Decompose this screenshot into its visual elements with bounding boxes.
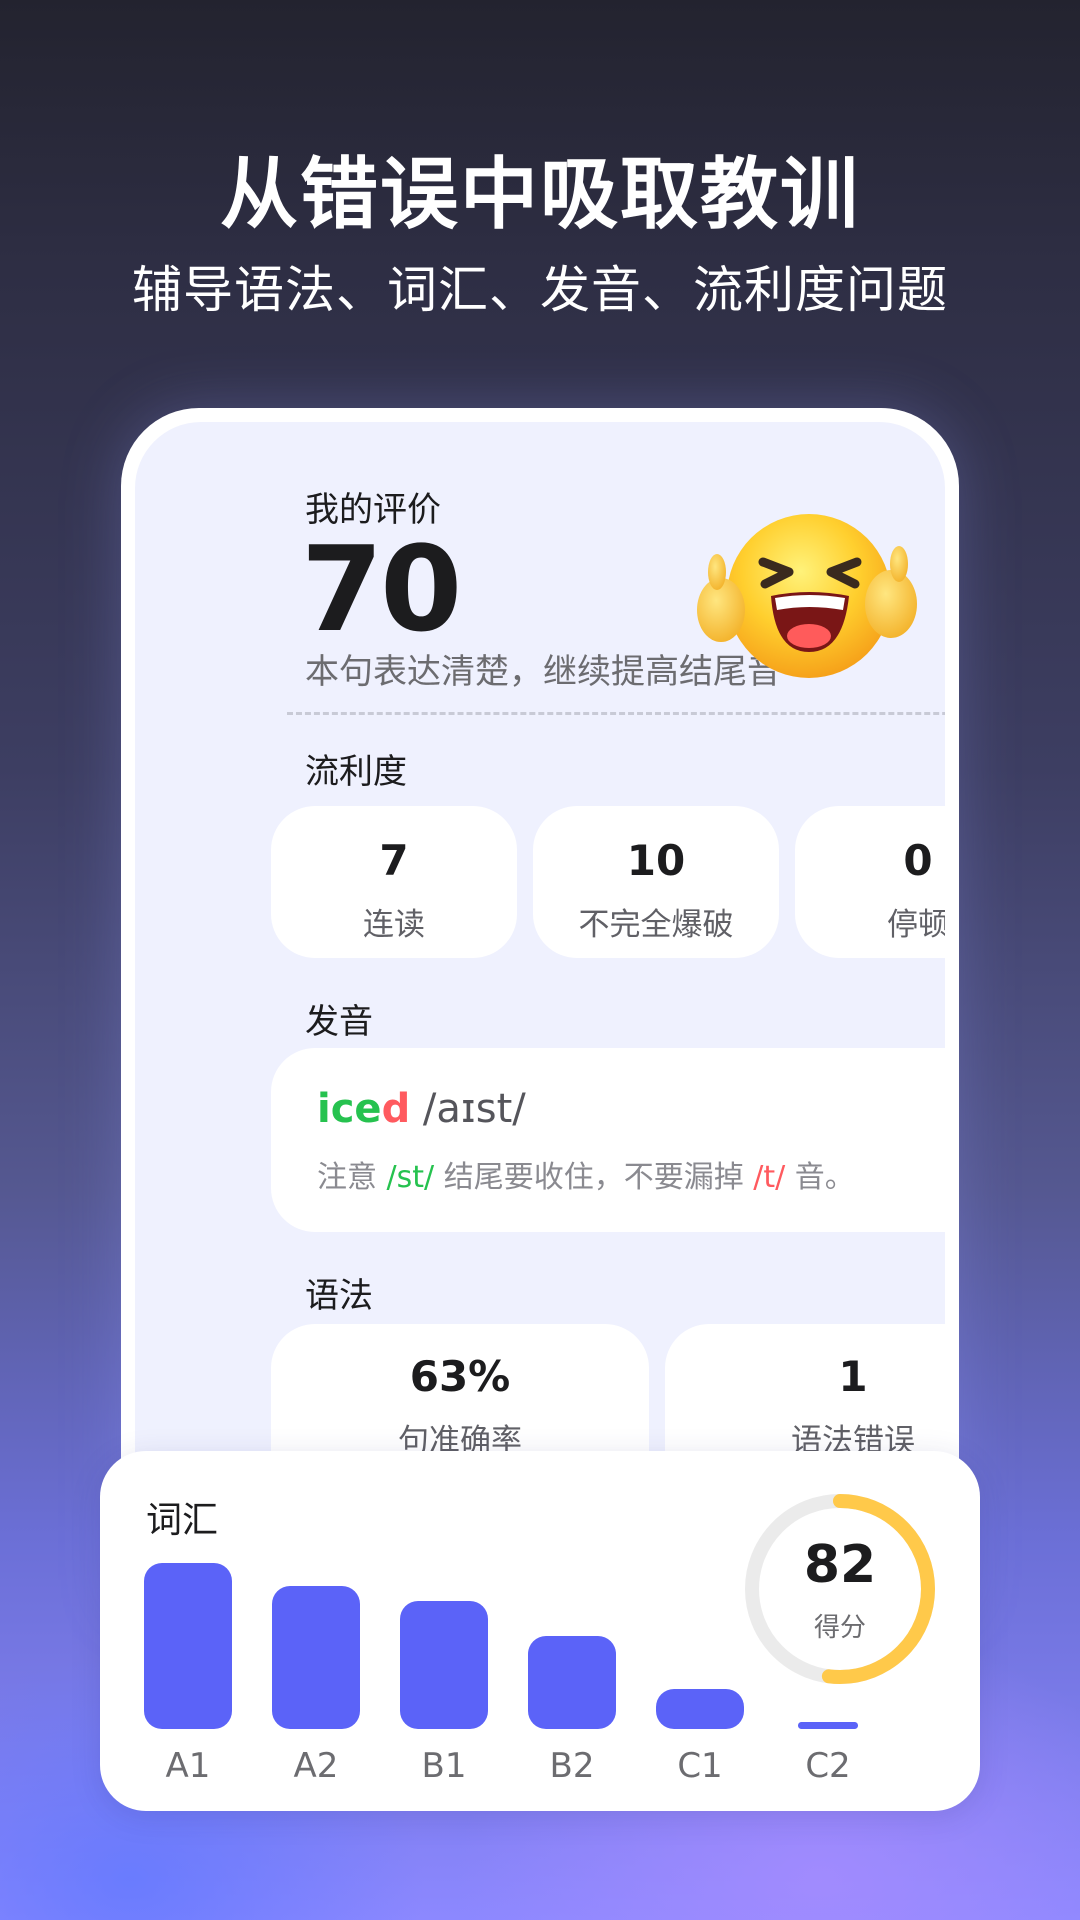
overall-score: 70 [301, 520, 462, 658]
stat-value: 0 [903, 836, 933, 885]
vocab-bar-label: B1 [421, 1746, 467, 1786]
stat-value: 63% [409, 1352, 511, 1401]
note-sound-ok: /st/ [386, 1160, 435, 1195]
vocabulary-label: 词汇 [146, 1500, 219, 1541]
grammar-label: 语法 [305, 1276, 373, 1316]
vocab-bar-a1 [144, 1563, 232, 1729]
pronunciation-card[interactable]: iced /aɪst/ 注意 /st/ 结尾要收住，不要漏掉 /t/ 音。 [271, 1048, 945, 1232]
note-suffix: 音。 [785, 1160, 855, 1195]
fluency-stat-incomplete-plosion: 10 不完全爆破 [533, 806, 779, 958]
fluency-stat-linking: 7 连读 [271, 806, 517, 958]
phone-frame: 我的评价 70 本句表达清楚，继续提高结尾音 流利度 7 连读 10 不完全爆破… [121, 408, 959, 1608]
hero-title: 从错误中吸取教训 [219, 150, 860, 240]
stat-value: 7 [379, 836, 409, 885]
note-middle: 结尾要收住，不要漏掉 [434, 1160, 754, 1195]
laughing-thumbs-up-emoji-icon [691, 492, 921, 692]
stat-value: 10 [626, 836, 686, 885]
vocabulary-card[interactable]: 词汇 A1 A2 B1 B2 C1 C2 82 得分 [100, 1451, 980, 1811]
pronunciation-note: 注意 /st/ 结尾要收住，不要漏掉 /t/ 音。 [317, 1152, 855, 1196]
stat-caption: 不完全爆破 [578, 907, 734, 943]
hero-subtitle: 辅导语法、词汇、发音、流利度问题 [132, 261, 948, 319]
fluency-label: 流利度 [305, 752, 407, 792]
evaluation-screen: 我的评价 70 本句表达清楚，继续提高结尾音 流利度 7 连读 10 不完全爆破… [135, 422, 945, 1608]
word-correct-part: ice [317, 1086, 382, 1132]
pronunciation-label: 发音 [305, 1002, 373, 1042]
vocabulary-score: 82 [803, 1535, 877, 1595]
vocabulary-score-caption: 得分 [813, 1613, 866, 1643]
vocab-bar-label: C1 [677, 1746, 723, 1786]
word-ipa: /aɪst/ [410, 1086, 526, 1132]
word-error-part: d [381, 1086, 411, 1132]
vocab-bar-label: A1 [165, 1746, 211, 1786]
vocab-bar-c1 [656, 1689, 744, 1729]
note-prefix: 注意 [317, 1160, 387, 1195]
vocab-bar-label: A2 [293, 1746, 339, 1786]
stat-caption: 连读 [363, 907, 425, 943]
stat-caption: 停顿 [887, 907, 945, 943]
vocab-bar-b1 [400, 1601, 488, 1729]
stat-value: 1 [838, 1352, 868, 1401]
vocab-bar-c2 [798, 1722, 858, 1729]
vocab-bar-b2 [528, 1636, 616, 1729]
vocab-bar-label: C2 [805, 1746, 851, 1786]
note-sound-bad: /t/ [753, 1160, 786, 1195]
pronunciation-word: iced /aɪst/ [317, 1086, 526, 1132]
divider [287, 712, 945, 715]
vocab-bar-label: B2 [549, 1746, 595, 1786]
vocab-bar-a2 [272, 1586, 360, 1729]
vocabulary-score-ring: 82 得分 [740, 1489, 940, 1689]
fluency-stat-pauses: 0 停顿 [795, 806, 945, 958]
